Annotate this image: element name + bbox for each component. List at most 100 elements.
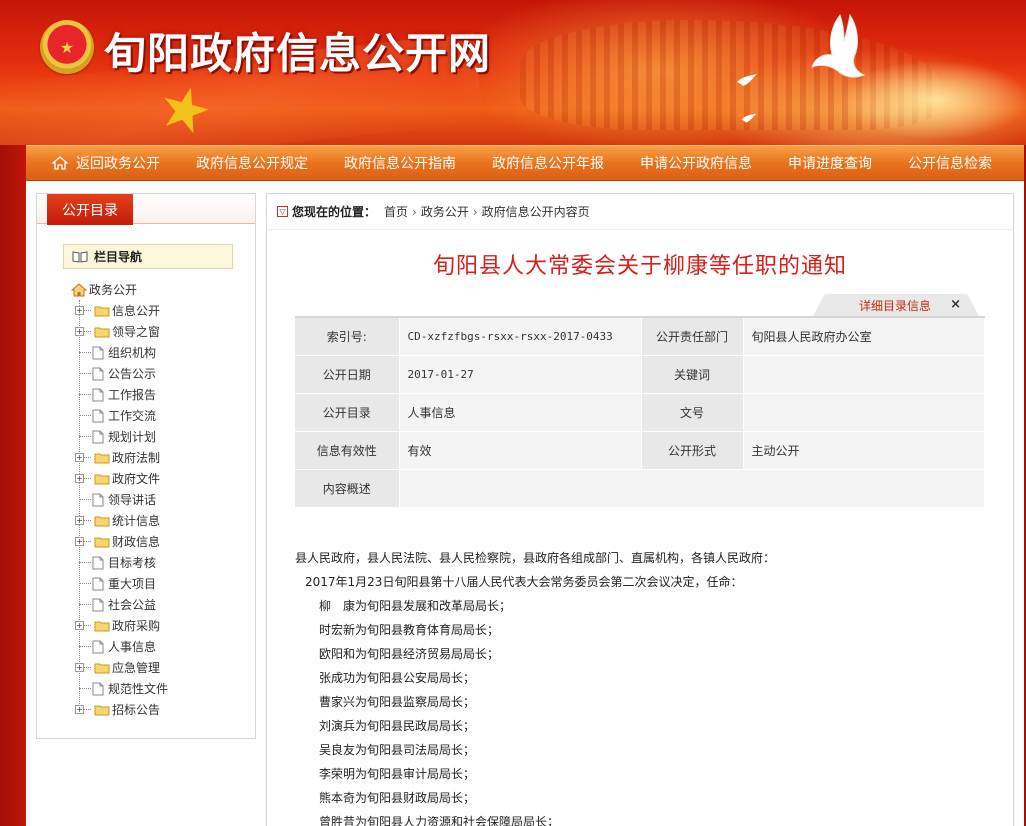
sidebar-item-label: 统计信息: [112, 514, 161, 528]
sidebar-item-label: 政府法制: [112, 451, 161, 465]
body-paragraph: 吴良友为旬阳县司法局局长；: [319, 743, 476, 757]
sidebar-item-page[interactable]: 规范性文件: [79, 678, 255, 699]
meta-validity-value: 有效: [399, 431, 642, 470]
expand-icon[interactable]: +: [75, 621, 84, 630]
expand-icon[interactable]: +: [75, 537, 84, 546]
sidebar-item-page[interactable]: 组织机构: [79, 342, 255, 363]
body-paragraph: 时宏新为旬阳县教育体育局局长；: [319, 623, 500, 637]
meta-keyword-value: [743, 355, 985, 394]
folder-icon: [94, 705, 110, 715]
body-paragraph: 李荣明为旬阳县审计局局长；: [319, 767, 476, 781]
sidebar-item-label: 组织机构: [108, 346, 157, 360]
page-icon: [92, 493, 104, 506]
chevron-down-icon: ▽: [277, 206, 288, 217]
nav-item-search[interactable]: 公开信息检索: [890, 145, 1010, 181]
page-icon: [92, 346, 104, 359]
sidebar-item-page[interactable]: 目标考核: [79, 552, 255, 573]
sidebar-item-folder[interactable]: + 统计信息: [75, 510, 255, 531]
sidebar-item-label: 政府文件: [112, 472, 161, 486]
nav-item-progress[interactable]: 申请进度查询: [770, 145, 890, 181]
folder-icon: [94, 663, 110, 673]
dove-icon: [811, 13, 866, 78]
chevron-right-icon: ›: [412, 204, 417, 219]
sidebar-item-folder[interactable]: + 应急管理: [75, 657, 255, 678]
meta-dept-value: 旬阳县人民政府办公室: [743, 317, 985, 356]
sidebar-item-folder[interactable]: + 政府文件: [75, 468, 255, 489]
national-emblem-icon: ★: [40, 20, 94, 74]
nav-item-annual-report[interactable]: 政府信息公开年报: [474, 145, 622, 181]
breadcrumb-label: 您现在的位置：: [292, 205, 377, 219]
expand-icon[interactable]: +: [75, 663, 84, 672]
sidebar-tab[interactable]: 公开目录: [47, 194, 133, 225]
nav-item-rules[interactable]: 政府信息公开规定: [178, 145, 326, 181]
nav-item-return[interactable]: 返回政务公开: [26, 145, 178, 181]
sidebar-item-page[interactable]: 工作交流: [79, 405, 255, 426]
tree-root-label: 政务公开: [89, 283, 138, 297]
expand-icon[interactable]: +: [75, 453, 84, 462]
expand-icon[interactable]: +: [75, 705, 84, 714]
page-icon: [92, 598, 104, 611]
expand-icon[interactable]: +: [75, 327, 84, 336]
sidebar-item-page[interactable]: 领导讲话: [79, 489, 255, 510]
catalog-tree: 政务公开 + 信息公开 + 领导之窗组织机构公告公示 工作报告 工作交流 规划计划 + 政府法制…: [71, 279, 255, 720]
expand-icon[interactable]: +: [75, 516, 84, 525]
folder-icon: [94, 327, 110, 337]
tree-list: + 信息公开 + 领导之窗组织机构公告公示 工作报告 工作交流 规划计划 + 政府法制 + 政府文件…: [75, 300, 255, 720]
sidebar-item-page[interactable]: 工作报告: [79, 384, 255, 405]
sidebar-item-label: 领导讲话: [108, 493, 157, 507]
meta-date-label: 公开日期: [295, 355, 400, 394]
nav-item-guide[interactable]: 政府信息公开指南: [326, 145, 474, 181]
body-paragraph: 柳 康为旬阳县发展和改革局局长；: [319, 599, 512, 613]
table-row: 信息有效性 有效 公开形式 主动公开: [295, 431, 985, 470]
sidebar-item-folder[interactable]: + 政府法制: [75, 447, 255, 468]
folder-icon: [94, 537, 110, 547]
sidebar: 公开目录 栏目导航 政务公开 + 信息公开 + 领导之窗组织机构公告公示 工作报告 工作交…: [36, 193, 256, 739]
sidebar-item-page[interactable]: 公告公示: [79, 363, 255, 384]
column-nav-label: 栏目导航: [94, 250, 143, 264]
sidebar-item-folder[interactable]: + 信息公开: [75, 300, 255, 321]
tree-root[interactable]: 政务公开: [71, 279, 255, 300]
body-paragraph: 县人民政府，县人民法院、县人民检察院，县政府各组成部门、直属机构，各镇人民政府：: [295, 551, 776, 565]
main-panel: ▽ 您现在的位置： 首页 › 政务公开 › 政府信息公开内容页 旬阳县人大常委会…: [266, 193, 1014, 826]
table-row: 内容概述: [295, 469, 985, 508]
content-area: 公开目录 栏目导航 政务公开 + 信息公开 + 领导之窗组织机构公告公示 工作报告 工作交…: [26, 181, 1024, 826]
meta-keyword-label: 关键词: [641, 355, 744, 394]
close-icon[interactable]: ×: [950, 297, 961, 312]
detail-catalog-tab[interactable]: 详细目录信息 ×: [813, 294, 979, 316]
nav-item-apply[interactable]: 申请公开政府信息: [622, 145, 770, 181]
sidebar-item-label: 社会公益: [108, 598, 157, 612]
breadcrumb-gov-affairs[interactable]: 政务公开: [421, 203, 469, 220]
meta-index-label: 索引号:: [295, 317, 400, 356]
expand-icon[interactable]: +: [75, 474, 84, 483]
folder-icon: [94, 474, 110, 484]
expand-icon[interactable]: +: [75, 306, 84, 315]
page-icon: [92, 409, 104, 422]
sidebar-item-page[interactable]: 社会公益: [79, 594, 255, 615]
sidebar-item-page[interactable]: 规划计划: [79, 426, 255, 447]
home-icon: [71, 282, 87, 296]
page-icon: [92, 577, 104, 590]
breadcrumb-home[interactable]: 首页: [384, 203, 408, 220]
sidebar-item-page[interactable]: 重大项目: [79, 573, 255, 594]
meta-docno-value: [743, 393, 985, 432]
nav-item-label: 返回政务公开: [76, 156, 160, 172]
sidebar-item-label: 应急管理: [112, 661, 161, 675]
meta-index-value: CD-xzfzfbgs-rsxx-rsxx-2017-0433: [399, 317, 642, 356]
meta-validity-label: 信息有效性: [295, 431, 400, 470]
sidebar-item-label: 信息公开: [112, 304, 161, 318]
sidebar-item-folder[interactable]: + 招标公告: [75, 699, 255, 720]
site-title: 旬阳政府信息公开网: [104, 29, 492, 78]
sidebar-item-folder[interactable]: + 政府采购: [75, 615, 255, 636]
page-icon: [92, 430, 104, 443]
page-icon: [92, 388, 104, 401]
sidebar-item-folder[interactable]: + 财政信息: [75, 531, 255, 552]
sidebar-item-folder[interactable]: + 领导之窗: [75, 321, 255, 342]
home-icon: [52, 156, 68, 170]
dove-small-icon: [741, 113, 757, 123]
chevron-right-icon: ›: [472, 204, 478, 219]
breadcrumb-current[interactable]: 政府信息公开内容页: [482, 203, 590, 220]
folder-icon: [94, 516, 110, 526]
meta-form-label: 公开形式: [641, 431, 744, 470]
meta-catalog-label: 公开目录: [295, 393, 400, 432]
sidebar-item-page[interactable]: 人事信息: [79, 636, 255, 657]
